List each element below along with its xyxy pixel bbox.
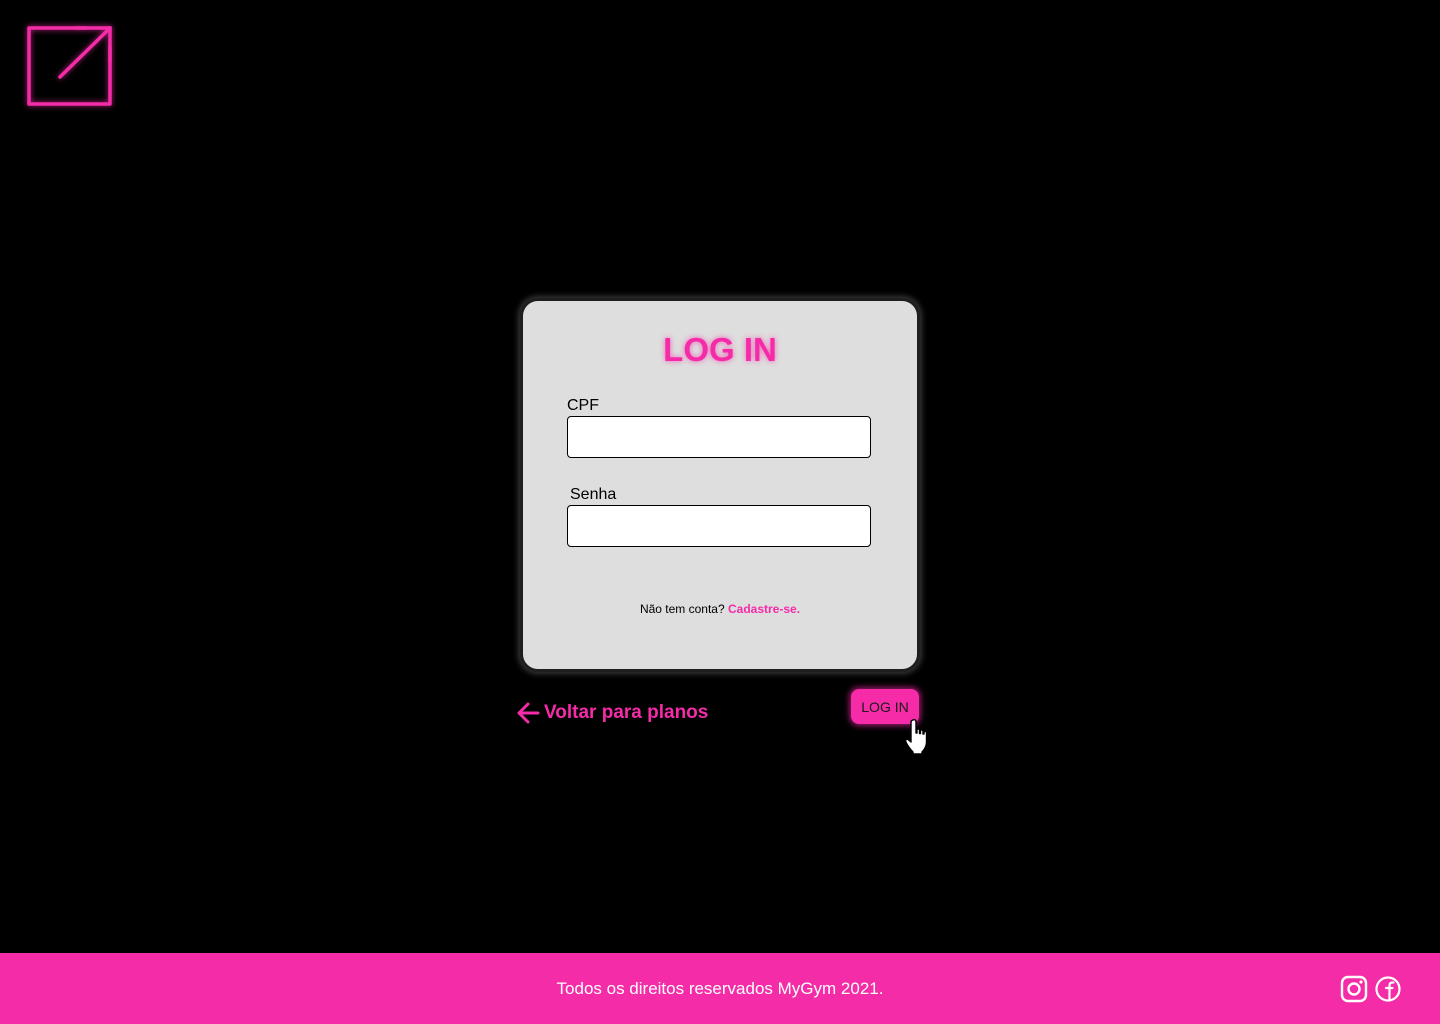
login-page: LOG IN CPF Senha Não tem conta? Cadastre… — [0, 0, 1440, 1024]
hand-pointer-icon — [905, 718, 928, 755]
copyright-text: Todos os direitos reservados MyGym 2021. — [556, 979, 884, 998]
signup-link[interactable]: Cadastre-se. — [728, 602, 800, 616]
cpf-label: CPF — [567, 397, 599, 414]
footer: Todos os direitos reservados MyGym 2021. — [0, 953, 1440, 1024]
back-to-plans-label: Voltar para planos — [544, 702, 709, 723]
login-title: LOG IN — [663, 331, 777, 368]
facebook-icon[interactable] — [1374, 975, 1402, 1003]
password-label: Senha — [570, 486, 617, 503]
password-input[interactable] — [567, 505, 871, 547]
cpf-input[interactable] — [567, 416, 871, 458]
external-link-icon[interactable] — [26, 25, 114, 107]
signup-prompt: Não tem conta? Cadastre-se. — [523, 602, 917, 616]
back-to-plans-link[interactable]: Voltar para planos — [516, 698, 708, 728]
login-card: LOG IN CPF Senha Não tem conta? Cadastre… — [520, 298, 920, 672]
signup-prompt-text: Não tem conta? — [639, 602, 725, 616]
arrow-left-icon — [517, 702, 540, 724]
instagram-icon[interactable] — [1340, 975, 1368, 1003]
